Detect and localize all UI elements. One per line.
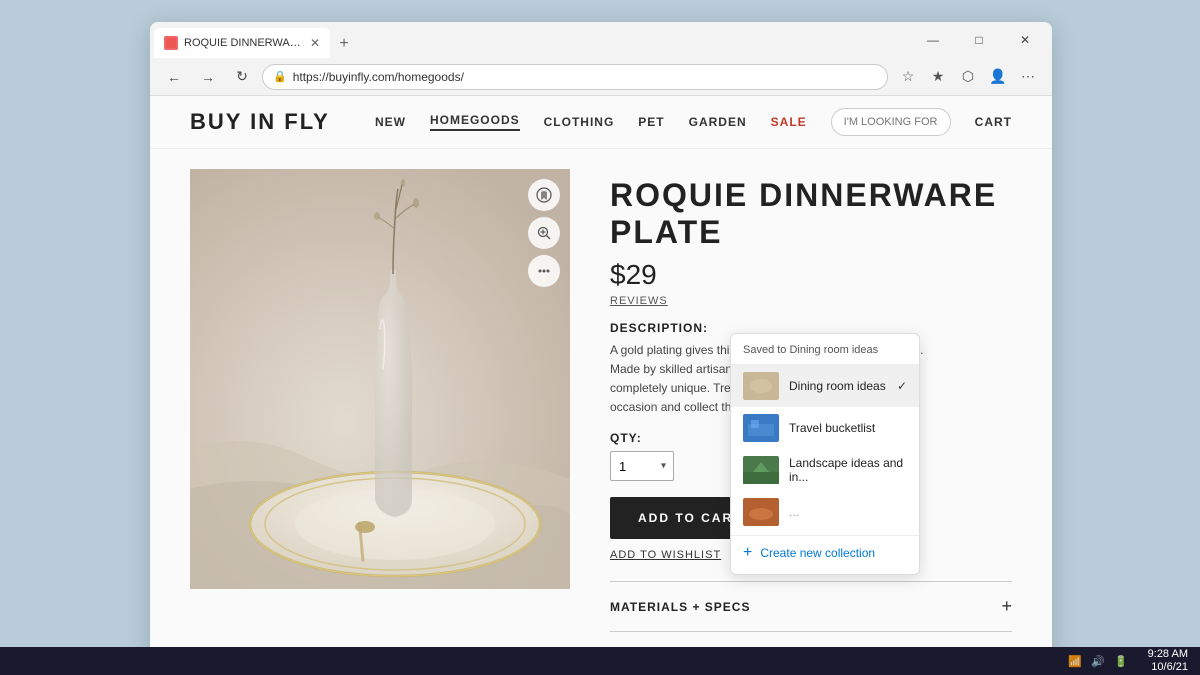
profile-icon[interactable]: 👤 [984, 63, 1012, 91]
product-title: ROQUIE DINNERWARE PLATE [610, 177, 1012, 251]
collection-label-dining: Dining room ideas [789, 379, 886, 393]
qty-select[interactable]: 1 2 3 4 [610, 451, 674, 481]
browser-tabs: ROQUIE DINNERWARE PLATE ✕ + [154, 22, 910, 58]
close-button[interactable]: ✕ [1002, 24, 1048, 56]
back-button[interactable]: ← [160, 63, 188, 91]
product-reviews-link[interactable]: REVIEWS [610, 295, 1012, 307]
selected-check-icon: ✓ [897, 379, 907, 393]
collection-label-travel: Travel bucketlist [789, 421, 875, 435]
nav-homegoods[interactable]: HOMEGOODS [430, 113, 520, 131]
taskbar-icons: 📶 🔊 🔋 [1068, 655, 1135, 668]
new-tab-button[interactable]: + [330, 30, 358, 58]
qty-selector-wrapper: 1 2 3 4 ▾ [610, 451, 674, 481]
tab-title: ROQUIE DINNERWARE PLATE [184, 37, 304, 49]
collection-item-dining[interactable]: Dining room ideas ✓ [731, 365, 919, 407]
url-text: https://buyinfly.com/homegoods/ [293, 70, 464, 84]
product-area: Saved to Dining room ideas Dining room i… [150, 149, 1052, 660]
nav-clothing[interactable]: CLOTHING [544, 115, 615, 129]
page-content: BUY IN FLY NEW HOMEGOODS CLOTHING PET GA… [150, 96, 1052, 660]
more-tool-button[interactable] [528, 255, 560, 287]
taskbar-date: 10/6/21 [1148, 661, 1188, 674]
lock-icon: 🔒 [273, 70, 287, 83]
browser-tab-active[interactable]: ROQUIE DINNERWARE PLATE ✕ [154, 28, 330, 58]
browser-action-icons: ☆ ★ ⬡ 👤 ⋯ [894, 63, 1042, 91]
minimize-button[interactable]: — [910, 24, 956, 56]
taskbar-time: 9:28 AM [1148, 648, 1188, 661]
forward-button[interactable]: → [194, 63, 222, 91]
image-tools [528, 179, 560, 287]
collection-label-landscape: Landscape ideas and in... [789, 456, 907, 484]
battery-icon: 🔋 [1114, 656, 1128, 668]
collection-item-landscape[interactable]: Landscape ideas and in... [731, 449, 919, 491]
materials-label: MATERIALS + SPECS [610, 600, 750, 614]
refresh-button[interactable]: ↻ [228, 63, 256, 91]
site-header: BUY IN FLY NEW HOMEGOODS CLOTHING PET GA… [150, 96, 1052, 149]
tab-close-button[interactable]: ✕ [310, 36, 320, 50]
site-logo[interactable]: BUY IN FLY [190, 109, 330, 135]
nav-garden[interactable]: GARDEN [689, 115, 747, 129]
favorites-icon[interactable]: ★ [924, 63, 952, 91]
create-collection-button[interactable]: + Create new collection [731, 535, 919, 570]
browser-titlebar: ROQUIE DINNERWARE PLATE ✕ + — □ ✕ [150, 22, 1052, 58]
collection-thumb-landscape [743, 456, 779, 484]
taskbar: 📶 🔊 🔋 9:28 AM 10/6/21 [0, 647, 1200, 675]
create-plus-icon: + [743, 544, 752, 562]
collection-thumb-dining [743, 372, 779, 400]
volume-icon: 🔊 [1091, 656, 1105, 668]
materials-expand-icon: + [1001, 596, 1012, 617]
network-icon: 📶 [1068, 656, 1082, 668]
materials-section[interactable]: MATERIALS + SPECS + [610, 581, 1012, 631]
address-bar[interactable]: 🔒 https://buyinfly.com/homegoods/ [262, 64, 888, 90]
nav-new[interactable]: NEW [375, 115, 406, 129]
maximize-button[interactable]: □ [956, 24, 1002, 56]
site-nav: NEW HOMEGOODS CLOTHING PET GARDEN SALE C… [375, 108, 1012, 136]
star-outline-icon[interactable]: ☆ [894, 63, 922, 91]
collection-item-travel[interactable]: Travel bucketlist [731, 407, 919, 449]
collections-popup: Saved to Dining room ideas Dining room i… [730, 333, 920, 575]
tab-favicon [164, 36, 178, 50]
collection-thumb-extra [743, 498, 779, 526]
popup-header: Saved to Dining room ideas [731, 334, 919, 365]
extension-icon[interactable]: ⬡ [954, 63, 982, 91]
cart-button[interactable]: CART [975, 115, 1012, 129]
browser-window: ROQUIE DINNERWARE PLATE ✕ + — □ ✕ ← → ↻ … [150, 22, 1052, 660]
collection-label-extra: ... [789, 505, 799, 519]
zoom-tool-button[interactable] [528, 217, 560, 249]
nav-pet[interactable]: PET [638, 115, 664, 129]
collection-item-extra[interactable]: ... [731, 491, 919, 533]
collection-thumb-travel [743, 414, 779, 442]
search-input[interactable] [831, 108, 951, 136]
product-image-container: Saved to Dining room ideas Dining room i… [190, 169, 570, 589]
taskbar-clock: 9:28 AM 10/6/21 [1148, 648, 1188, 674]
browser-navbar: ← → ↻ 🔒 https://buyinfly.com/homegoods/ … [150, 58, 1052, 96]
nav-sale[interactable]: SALE [771, 115, 807, 129]
window-controls: — □ ✕ [910, 24, 1048, 56]
create-collection-label: Create new collection [760, 546, 875, 560]
save-tool-button[interactable] [528, 179, 560, 211]
product-price: $29 [610, 259, 1012, 291]
settings-icon[interactable]: ⋯ [1014, 63, 1042, 91]
product-image [190, 169, 570, 589]
